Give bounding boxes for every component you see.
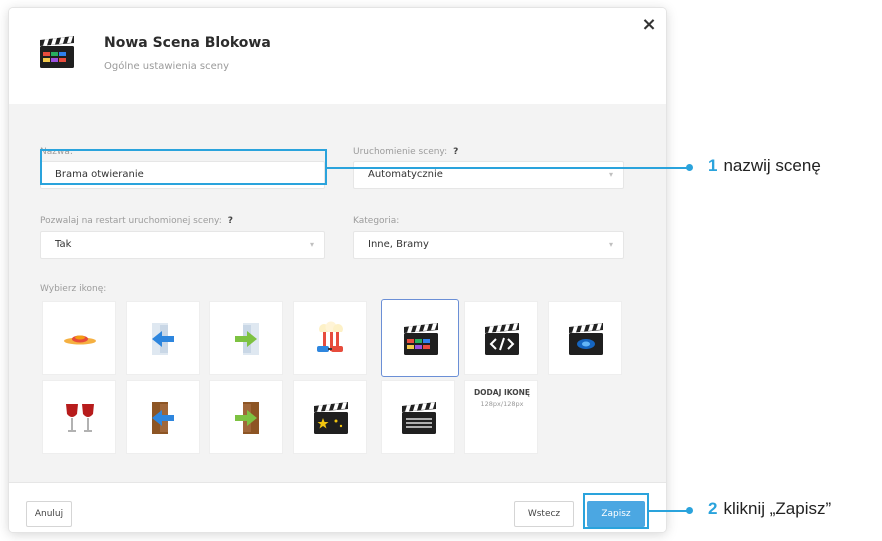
icon-tile-door-exit[interactable] — [209, 301, 283, 375]
lamp-icon — [64, 335, 96, 345]
callout-2-text: kliknij „Zapisz” — [723, 499, 832, 518]
callout-1-dot — [686, 164, 693, 171]
callout-2-number: 2 — [708, 499, 718, 518]
callout-1-text: nazwij scenę — [723, 156, 821, 175]
popcorn-icon — [317, 321, 343, 352]
add-icon-title: DODAJ IKONĘ — [473, 388, 531, 397]
callout-2: 2 kliknij „Zapisz” — [708, 499, 831, 519]
clapperboard-blue-icon — [569, 323, 603, 355]
dialog-subtitle: Ogólne ustawienia sceny — [104, 61, 230, 72]
category-label: Kategoria: — [353, 216, 400, 226]
icon-tile-door-enter[interactable] — [126, 301, 200, 375]
clapperboard-code-icon — [485, 323, 519, 355]
icon-tile-clapperboard-color[interactable] — [381, 299, 459, 377]
icon-tile-lamp[interactable] — [42, 301, 116, 375]
callout-1: 1 nazwij scenę — [708, 156, 821, 176]
help-icon[interactable]: ? — [453, 147, 458, 157]
icons-label: Wybierz ikonę: — [40, 284, 107, 294]
restart-label: Pozwalaj na restart uruchomionej sceny:? — [40, 216, 233, 226]
callout-1-line — [327, 167, 689, 169]
door-enter-icon — [152, 323, 174, 355]
icon-tile-door-brown-exit[interactable] — [209, 380, 283, 454]
restart-select-value: Tak — [55, 239, 72, 250]
chevron-down-icon: ▾ — [608, 170, 613, 179]
callout-2-line — [649, 510, 690, 512]
clapperboard-color-icon — [404, 323, 438, 355]
clapperboard-plain-icon — [402, 402, 436, 434]
dialog-footer: Anuluj Wstecz Zapisz — [9, 482, 666, 532]
back-button[interactable]: Wstecz — [514, 501, 574, 527]
callout-2-dot — [686, 507, 693, 514]
dialog-title: Nowa Scena Blokowa — [104, 35, 271, 51]
callout-1-number: 1 — [708, 156, 718, 175]
close-icon[interactable]: × — [638, 14, 660, 36]
icon-tile-door-brown-enter[interactable] — [126, 380, 200, 454]
category-select[interactable]: Inne, Bramy ▾ — [353, 231, 624, 259]
restart-select[interactable]: Tak ▾ — [40, 231, 325, 259]
clapperboard-color-icon — [40, 36, 74, 68]
door-brown-exit-icon — [235, 402, 259, 434]
clapperboard-stars-icon — [314, 402, 348, 434]
chevron-down-icon: ▾ — [608, 240, 613, 249]
add-icon-size: 128px/128px — [480, 400, 524, 408]
save-highlight-box — [583, 493, 649, 529]
cancel-button[interactable]: Anuluj — [26, 501, 72, 527]
help-icon[interactable]: ? — [228, 216, 233, 226]
icon-tile-clapperboard-stars[interactable] — [293, 380, 367, 454]
wine-glasses-icon — [66, 404, 94, 432]
icon-tile-clapperboard-blue[interactable] — [548, 301, 622, 375]
launch-select[interactable]: Automatycznie ▾ — [353, 161, 624, 189]
launch-label: Uruchomienie sceny:? — [353, 147, 459, 157]
chevron-down-icon: ▾ — [309, 240, 314, 249]
add-icon-tile[interactable]: DODAJ IKONĘ 128px/128px — [464, 380, 538, 454]
launch-select-value: Automatycznie — [368, 169, 443, 180]
icon-tile-wine[interactable] — [42, 380, 116, 454]
category-select-value: Inne, Bramy — [368, 239, 429, 250]
icon-tile-clapperboard-plain[interactable] — [381, 380, 455, 454]
new-scene-dialog: Nowa Scena Blokowa Ogólne ustawienia sce… — [9, 8, 666, 532]
dialog-header: Nowa Scena Blokowa Ogólne ustawienia sce… — [9, 8, 666, 104]
icon-tile-popcorn[interactable] — [293, 301, 367, 375]
icon-tile-clapperboard-code[interactable] — [464, 301, 538, 375]
door-exit-icon — [235, 323, 259, 355]
name-highlight-box — [40, 149, 327, 185]
door-brown-enter-icon — [152, 402, 174, 434]
